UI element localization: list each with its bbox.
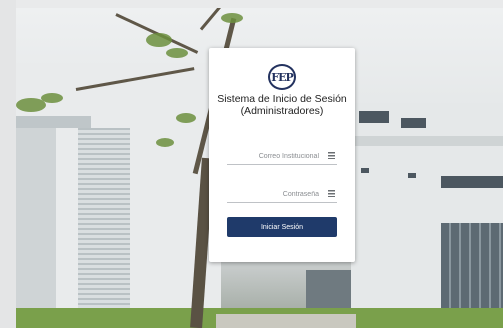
- foliage: [166, 48, 188, 58]
- email-field: [227, 148, 337, 165]
- window-left-edge: [0, 0, 16, 328]
- window: [441, 176, 503, 188]
- email-input[interactable]: [227, 148, 323, 164]
- building-overhang: [16, 116, 91, 128]
- window: [408, 173, 416, 178]
- building-right-band: [351, 136, 503, 146]
- logo-text: FEP: [271, 70, 293, 84]
- list-icon: [328, 190, 335, 197]
- walkway: [216, 314, 356, 328]
- password-input[interactable]: [227, 186, 323, 202]
- foliage: [156, 138, 174, 147]
- window: [401, 118, 426, 128]
- window-top-edge: [0, 0, 503, 8]
- list-icon: [328, 152, 335, 159]
- login-card: FEP Sistema de Inicio de Sesión (Adminis…: [209, 48, 355, 262]
- foliage: [221, 13, 243, 23]
- password-field: [227, 186, 337, 203]
- glass-facade: [441, 223, 503, 313]
- foliage: [176, 113, 196, 123]
- window: [361, 168, 369, 173]
- foliage: [41, 93, 63, 103]
- login-page: FEP Sistema de Inicio de Sesión (Adminis…: [0, 0, 503, 328]
- building-left-shade: [16, 128, 56, 328]
- foliage: [146, 33, 172, 47]
- building-louver: [78, 128, 130, 308]
- login-button[interactable]: Iniciar Sesión: [227, 217, 337, 237]
- login-title: Sistema de Inicio de Sesión (Administrad…: [217, 93, 347, 117]
- institution-logo: FEP: [268, 64, 296, 90]
- window: [359, 111, 389, 123]
